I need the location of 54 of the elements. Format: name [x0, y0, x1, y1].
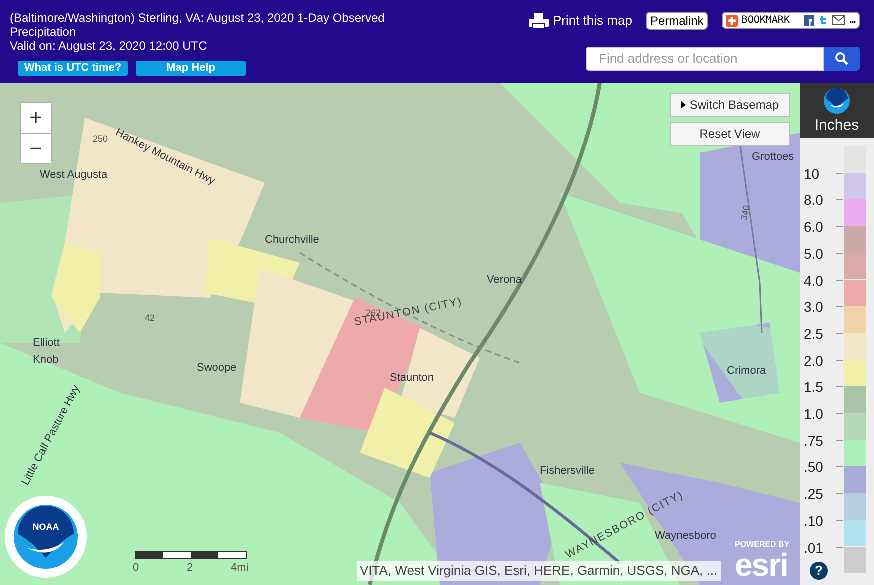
- plus-icon: [726, 14, 738, 27]
- esri-logo: POWERED BY esri: [735, 541, 790, 581]
- search-field[interactable]: Find address or location: [586, 46, 824, 70]
- legend-value: .25: [804, 485, 824, 504]
- legend-value: .10: [804, 512, 824, 531]
- route-number: 250: [93, 133, 108, 146]
- bookmark-button[interactable]: BOOKMARK …: [722, 12, 860, 30]
- town-label: Waynesboro: [655, 529, 716, 544]
- permalink-button[interactable]: Permalink: [646, 12, 708, 30]
- legend-value: 3.0: [804, 298, 824, 318]
- legend-title: Inches: [814, 116, 860, 136]
- legend-value: 2.5: [804, 324, 824, 344]
- legend-value: 6.0: [804, 218, 824, 238]
- town-label: Crimora: [727, 364, 766, 379]
- legend-value: .01: [804, 538, 824, 558]
- legend-value: 5.0: [804, 244, 824, 264]
- legend-value: .75: [804, 432, 824, 451]
- map-title: (Baltimore/Washington) Sterling, VA: August 23, 2020 1-Day Observed Precipitation: [10, 11, 386, 39]
- town-label: West Augusta: [40, 168, 108, 183]
- scale-label: 2: [187, 561, 194, 576]
- town-label: Verona: [487, 273, 522, 288]
- printer-icon[interactable]: [528, 12, 549, 29]
- search-icon: [835, 52, 849, 66]
- legend-value: .50: [804, 458, 824, 478]
- twitter-icon: [818, 15, 828, 26]
- legend-value: 1.0: [804, 405, 824, 424]
- route-number: 42: [145, 312, 156, 325]
- town-label: Fishersville: [540, 464, 596, 479]
- triangle-icon: [680, 101, 686, 109]
- town-label: Churchville: [265, 233, 320, 248]
- help-icon[interactable]: ?: [810, 562, 828, 580]
- print-map-link[interactable]: Print this map: [552, 11, 632, 30]
- town-label: Swoope: [197, 361, 237, 376]
- legend-value: 8.0: [804, 191, 824, 210]
- switch-basemap-button[interactable]: Switch Basemap: [670, 93, 790, 117]
- zoom-out-button[interactable]: −: [21, 133, 51, 163]
- scale-label: 4mi: [231, 561, 249, 576]
- reset-view-button[interactable]: Reset View: [670, 122, 790, 146]
- town-label: Grottoes: [752, 150, 794, 165]
- town-label: Elliott Knob: [33, 336, 61, 368]
- map-attribution: VITA, West Virginia GIS, Esri, HERE, Garmin, USGS, NGA, ...: [357, 561, 721, 580]
- legend-value: 4.0: [804, 272, 824, 290]
- town-label: Staunton: [390, 371, 434, 386]
- mail-icon: [832, 15, 846, 26]
- route-number: 340: [738, 204, 753, 222]
- scale-label: 0: [133, 561, 140, 576]
- valid-time: Valid on: August 23, 2020 12:00 UTC: [10, 39, 208, 53]
- noaa-icon: [823, 87, 851, 115]
- legend-value: 2.0: [804, 352, 824, 371]
- search-button[interactable]: [824, 46, 860, 70]
- legend-value: 10: [804, 164, 821, 184]
- facebook-icon: [804, 15, 814, 26]
- legend-value: 1.5: [804, 378, 824, 398]
- noaa-logo: NOAA: [5, 496, 87, 578]
